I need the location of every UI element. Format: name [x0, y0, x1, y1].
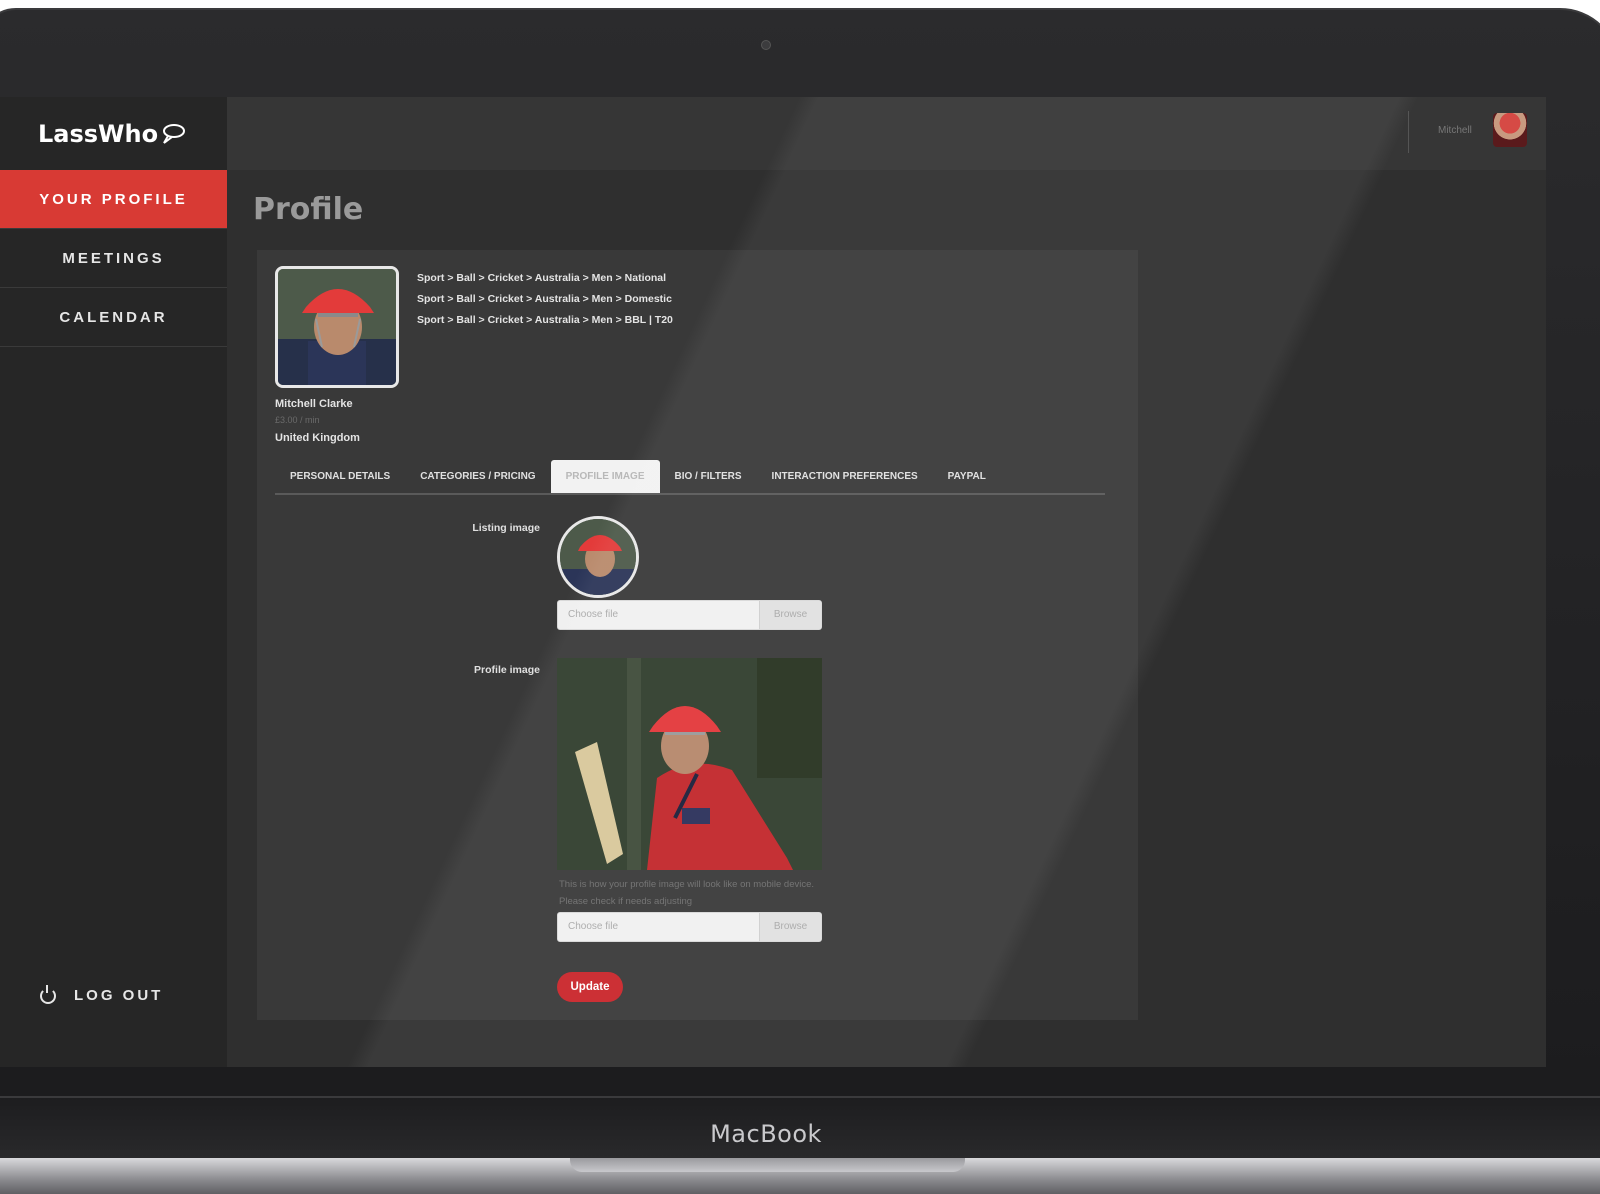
user-name[interactable]: Mitchell: [1438, 125, 1472, 136]
topbar: Mitchell: [227, 97, 1546, 170]
speech-bubble-icon: [163, 123, 186, 144]
profile-tabs: PERSONAL DETAILS CATEGORIES / PRICING PR…: [275, 460, 1105, 495]
profile-photo-thumbnail: [275, 266, 399, 388]
profile-name: Mitchell Clarke: [275, 398, 353, 410]
listing-image-preview: [557, 516, 639, 598]
logout-label: LOG OUT: [74, 987, 164, 1004]
logout-button[interactable]: LOG OUT: [40, 984, 164, 1004]
file-placeholder: Choose file: [568, 921, 619, 932]
avatar[interactable]: [1493, 113, 1527, 147]
power-icon: [40, 984, 56, 1004]
tab-profile-image[interactable]: PROFILE IMAGE: [550, 460, 660, 493]
logo[interactable]: LassWho: [0, 97, 227, 170]
tab-interaction-preferences[interactable]: INTERACTION PREFERENCES: [757, 460, 933, 493]
tab-categories-pricing[interactable]: CATEGORIES / PRICING: [405, 460, 550, 493]
logo-text: LassWho: [38, 119, 159, 148]
laptop-notch: [570, 1158, 965, 1172]
sidebar-item-label: CALENDAR: [59, 308, 168, 326]
sidebar-item-calendar[interactable]: CALENDAR: [0, 288, 227, 347]
sidebar-item-meetings[interactable]: MEETINGS: [0, 229, 227, 288]
category-item: Sport > Ball > Cricket > Australia > Men…: [417, 272, 667, 284]
category-item: Sport > Ball > Cricket > Australia > Men…: [417, 293, 672, 305]
category-list: Sport > Ball > Cricket > Australia > Men…: [417, 268, 673, 331]
main-content: Profile Sport > Ball > Cricket > Austral…: [227, 170, 1546, 1067]
file-placeholder: Choose file: [568, 609, 619, 620]
profile-image-preview: [557, 658, 822, 870]
update-button[interactable]: Update: [557, 972, 623, 1002]
screen: LassWho YOUR PROFILE MEETINGS CALENDAR L…: [0, 97, 1546, 1067]
profile-image-helper-text: This is how your profile image will look…: [559, 879, 815, 907]
profile-card: Sport > Ball > Cricket > Australia > Men…: [257, 250, 1138, 1020]
tab-personal-details[interactable]: PERSONAL DETAILS: [275, 460, 405, 493]
sidebar-item-label: MEETINGS: [62, 249, 165, 267]
profile-image-file-input[interactable]: Choose file Browse: [557, 912, 822, 942]
divider: [1408, 111, 1409, 153]
sidebar: LassWho YOUR PROFILE MEETINGS CALENDAR L…: [0, 97, 227, 1067]
page-title: Profile: [253, 192, 364, 227]
browse-button[interactable]: Browse: [759, 913, 821, 941]
profile-rate: £3.00 / min: [275, 415, 320, 425]
sidebar-item-label: YOUR PROFILE: [39, 190, 188, 208]
listing-image-label: Listing image: [472, 522, 540, 534]
sidebar-item-your-profile[interactable]: YOUR PROFILE: [0, 170, 227, 229]
browse-button[interactable]: Browse: [759, 601, 821, 629]
profile-country: United Kingdom: [275, 432, 360, 444]
tab-bio-filters[interactable]: BIO / FILTERS: [660, 460, 757, 493]
category-item: Sport > Ball > Cricket > Australia > Men…: [417, 314, 673, 326]
listing-image-file-input[interactable]: Choose file Browse: [557, 600, 822, 630]
camera-icon: [761, 40, 771, 50]
device-label: MacBook: [710, 1120, 822, 1148]
tab-paypal[interactable]: PAYPAL: [933, 460, 1001, 493]
profile-image-label: Profile image: [474, 664, 540, 676]
